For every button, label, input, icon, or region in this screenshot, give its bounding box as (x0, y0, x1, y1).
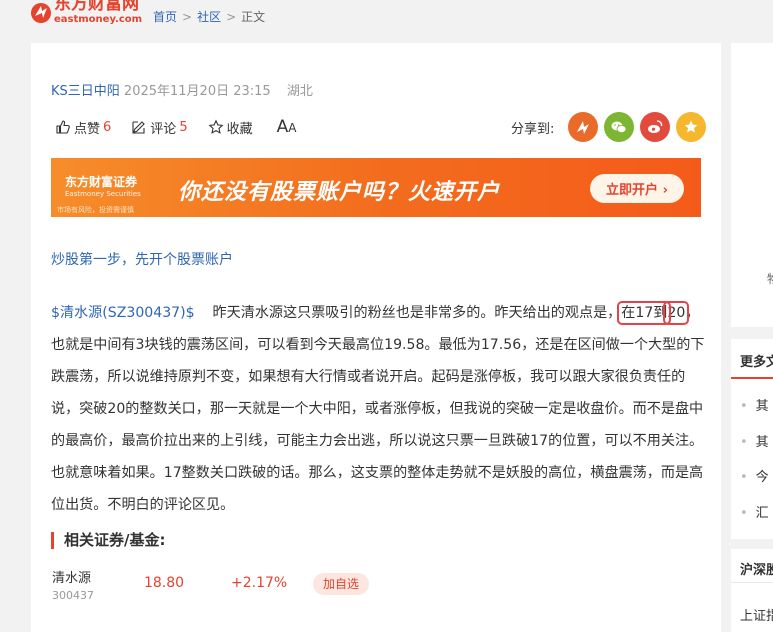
favorite-button[interactable]: 收藏 (208, 118, 253, 137)
sidebar-article-item[interactable]: 其 (740, 431, 769, 450)
sidebar-more-articles: 更多文 其 其 今 汇 (731, 339, 773, 539)
banner-slogan: 你还没有股票账户吗？火速开户 (178, 180, 501, 205)
related-stock-change: +2.17% (231, 575, 288, 591)
edit-icon (132, 121, 146, 134)
related-stock-name[interactable]: 清水源 (52, 567, 91, 586)
star-icon (685, 120, 698, 133)
highlight-box-1: 在17到 (617, 301, 672, 325)
eastmoney-securities-logo: 东方财富证券 Eastmoney Securities (65, 173, 141, 198)
thumbs-up-icon (56, 120, 70, 134)
article-body: $清水源(SZ300437)$ 昨天清水源这只票吸引的粉丝也是非常多的。昨天给出… (51, 297, 705, 521)
share-wechat-button[interactable] (604, 112, 635, 142)
font-size-small: A (288, 121, 297, 135)
author-link[interactable]: KS三日中阳 (51, 84, 120, 99)
open-account-button[interactable]: 立即开户 › (590, 174, 684, 203)
share-favorite-button[interactable] (676, 112, 707, 142)
stock-link[interactable]: $清水源(SZ300437)$ (51, 305, 195, 321)
sidebar-market-index[interactable]: 上证指 (740, 605, 773, 624)
weibo-icon (577, 121, 590, 134)
breadcrumb-current: 正文 (241, 10, 266, 24)
sidebar-more-title: 更多文 (740, 355, 773, 370)
sidebar-article-item[interactable]: 其 (740, 395, 769, 414)
banner-risk-note: 市场有风险，投资需谨慎 (57, 206, 134, 214)
sidebar-market-divider (731, 582, 773, 583)
promo-link[interactable]: 炒股第一步，先开个股票账户 (51, 249, 233, 269)
font-size-toggle[interactable]: AA (277, 117, 297, 137)
logo-cn-text: 东方财富网 (54, 0, 139, 14)
comment-button[interactable]: 评论 5 (131, 118, 188, 137)
open-account-banner[interactable]: 东方财富证券 Eastmoney Securities 市场有风险，投资需谨慎 … (51, 158, 701, 217)
highlight-box-2: 20 (663, 301, 690, 325)
related-securities-title: 相关证券/基金: (51, 532, 165, 549)
banner-brand-en: Eastmoney Securities (65, 190, 141, 198)
sidebar-card-top: 物 (731, 43, 773, 327)
eastmoney-logo-icon (30, 0, 51, 24)
logo-en-text: eastmoney.com (54, 14, 143, 25)
post-datetime: 2025年11月20日 23:15 (123, 84, 271, 99)
sina-weibo-icon (648, 120, 663, 133)
top-bar: 东方财富网 eastmoney.com 首页 > 社区 > 正文 (0, 0, 773, 34)
sidebar-article-item[interactable]: 汇 (740, 502, 769, 521)
post-meta: KS三日中阳 2025年11月20日 23:15 湖北 (51, 80, 313, 99)
like-count: 6 (103, 119, 112, 135)
sidebar-title-underline (731, 377, 773, 379)
breadcrumb-community-link[interactable]: 社区 (197, 10, 221, 24)
related-stock-code: 300437 (52, 589, 94, 602)
star-outline-icon (208, 119, 224, 134)
banner-brand: 东方财富证券 (65, 175, 138, 189)
post-actions: 点赞 6 评论 5 收藏 AA (55, 117, 296, 137)
breadcrumb: 首页 > 社区 > 正文 (153, 10, 266, 24)
like-label: 点赞 (74, 121, 101, 137)
add-watchlist-button[interactable]: 加自选 (313, 573, 370, 595)
post-location: 湖北 (286, 84, 313, 99)
sidebar-cut-text: 物 (767, 270, 773, 287)
sidebar-market-title: 沪深股 (740, 563, 773, 578)
comment-label: 评论 (150, 121, 177, 137)
share-sina-weibo-button[interactable] (640, 112, 671, 142)
wechat-icon (611, 121, 627, 133)
favorite-label: 收藏 (226, 121, 253, 137)
share-label: 分享到: (511, 121, 555, 137)
related-stock-price: 18.80 (144, 575, 185, 591)
share-guba-button[interactable] (568, 112, 599, 142)
share-bar: 分享到: (511, 112, 707, 142)
comment-count: 5 (179, 119, 188, 135)
site-logo[interactable]: 东方财富网 eastmoney.com (30, 0, 142, 25)
font-size-big: A (276, 117, 289, 137)
article-text-2: ，也就是中间有3块钱的震荡区间，可以看到今天最高位19.58。最低为17.56，… (51, 305, 705, 513)
post-card: KS三日中阳 2025年11月20日 23:15 湖北 点赞 6 评论 5 收藏 A… (31, 43, 721, 632)
sidebar-article-item[interactable]: 今 (740, 466, 769, 485)
like-button[interactable]: 点赞 6 (55, 118, 111, 137)
breadcrumb-home-link[interactable]: 首页 (153, 10, 177, 24)
sidebar-market: 沪深股 上证指 (731, 549, 773, 632)
article-text-1: 昨天清水源这只票吸引的粉丝也是非常多的。昨天给出的观点是， (212, 305, 622, 321)
